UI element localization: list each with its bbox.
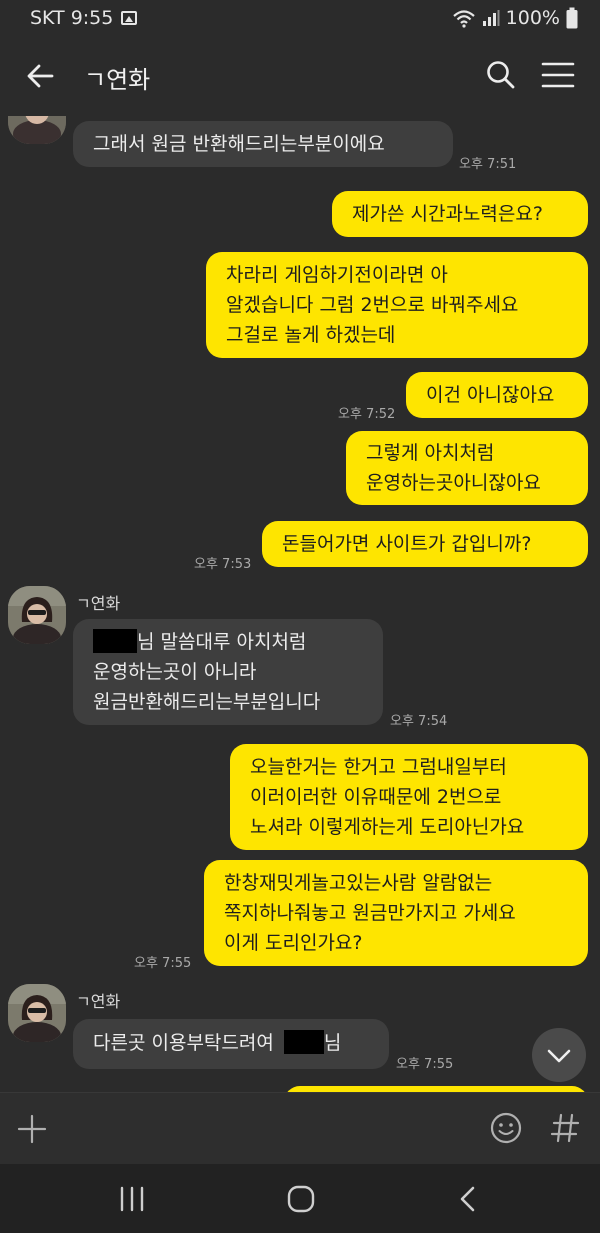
message-bubble-outgoing[interactable]: 이건 아니잖아요 xyxy=(406,372,588,418)
arrow-left-icon xyxy=(27,64,54,88)
home-button[interactable] xyxy=(286,1184,316,1214)
search-button[interactable] xyxy=(484,58,518,92)
message-time: 오후 7:55 xyxy=(396,1057,454,1072)
sender-name: ㄱ연화 xyxy=(76,594,121,613)
profile-photo-icon xyxy=(8,984,66,1042)
status-bar: SKT 9:55 100% xyxy=(0,0,600,36)
attach-button[interactable] xyxy=(16,1113,48,1145)
chat-header: ㄱ연화 xyxy=(0,36,600,116)
message-bubble-outgoing[interactable]: 한창재밋게놀고있는사람 알람없는 쪽지하나줘놓고 원금만가지고 가세요 이게 도… xyxy=(204,860,588,966)
message-input-bar[interactable] xyxy=(0,1092,600,1164)
system-back-button[interactable] xyxy=(456,1185,480,1213)
recent-apps-button[interactable] xyxy=(116,1186,148,1212)
avatar[interactable] xyxy=(8,586,66,644)
message-time: 오후 7:54 xyxy=(390,714,448,729)
profile-photo-icon xyxy=(8,586,66,644)
avatar[interactable] xyxy=(8,116,66,144)
message-time: 오후 7:52 xyxy=(338,407,396,422)
message-bubble-outgoing[interactable]: 돈들어가면 사이트가 갑입니까? xyxy=(262,521,588,567)
message-bubble-outgoing[interactable]: 오늘한거는 한거고 그럼내일부터 이러이러한 이유때문에 2번으로 노셔라 이렇… xyxy=(230,744,588,850)
message-bubble-incoming[interactable]: 다른곳 이용부탁드려여 님 xyxy=(73,1019,389,1069)
signal-icon xyxy=(482,10,500,26)
battery-percent: 100% xyxy=(505,7,560,29)
message-line: 원금반환해드리는부분입니다 xyxy=(93,691,321,713)
redacted-name xyxy=(283,1030,324,1054)
smiley-icon xyxy=(490,1112,522,1144)
message-time: 오후 7:51 xyxy=(459,157,517,172)
hashtag-search-button[interactable] xyxy=(548,1109,582,1147)
home-icon xyxy=(287,1185,315,1213)
profile-photo-icon xyxy=(8,116,66,144)
wifi-icon xyxy=(452,10,475,28)
emoticon-button[interactable] xyxy=(489,1111,523,1145)
chevron-left-icon xyxy=(460,1186,475,1212)
message-line: 님 말씀대루 아치처럼 xyxy=(93,627,363,657)
gallery-notification-icon xyxy=(121,11,138,25)
redacted-name xyxy=(93,629,137,653)
sender-name: ㄱ연화 xyxy=(76,992,121,1011)
message-bubble-outgoing[interactable]: 그렇게 아치처럼 운영하는곳아니잖아요 xyxy=(346,431,588,505)
battery-icon xyxy=(566,7,578,29)
plus-icon xyxy=(17,1114,47,1144)
scroll-to-bottom-button[interactable] xyxy=(532,1028,586,1082)
message-bubble-outgoing[interactable]: 제가쓴 시간과노력은요? xyxy=(332,191,588,237)
message-bubble-incoming[interactable]: 님 말씀대루 아치처럼 운영하는곳이 아니라 원금반환해드리는부분입니다 xyxy=(73,619,383,725)
message-bubble-incoming[interactable]: 그래서 원금 반환해드리는부분이에요 xyxy=(73,121,453,167)
recent-apps-icon xyxy=(120,1186,144,1212)
hamburger-menu-icon xyxy=(541,62,575,88)
avatar[interactable] xyxy=(8,984,66,1042)
chat-title: ㄱ연화 xyxy=(84,66,151,94)
message-bubble-outgoing[interactable]: 차라리 게임하기전이라면 아 알겠습니다 그럼 2번으로 바꿔주세요 그걸로 놀… xyxy=(206,252,588,358)
chat-message-list[interactable]: 그래서 원금 반환해드리는부분이에요 오후 7:51 제가쓴 시간과노력은요? … xyxy=(0,116,600,1092)
chevron-down-icon xyxy=(547,1049,571,1063)
message-time: 오후 7:53 xyxy=(194,557,252,572)
message-line: 운영하는곳이 아니라 xyxy=(93,661,257,683)
hash-icon xyxy=(550,1113,580,1143)
message-time: 오후 7:55 xyxy=(134,956,192,971)
carrier-time: SKT 9:55 xyxy=(30,7,114,29)
search-icon xyxy=(487,61,515,89)
system-navigation-bar xyxy=(0,1164,600,1233)
menu-button[interactable] xyxy=(540,60,576,90)
back-button[interactable] xyxy=(22,58,58,94)
